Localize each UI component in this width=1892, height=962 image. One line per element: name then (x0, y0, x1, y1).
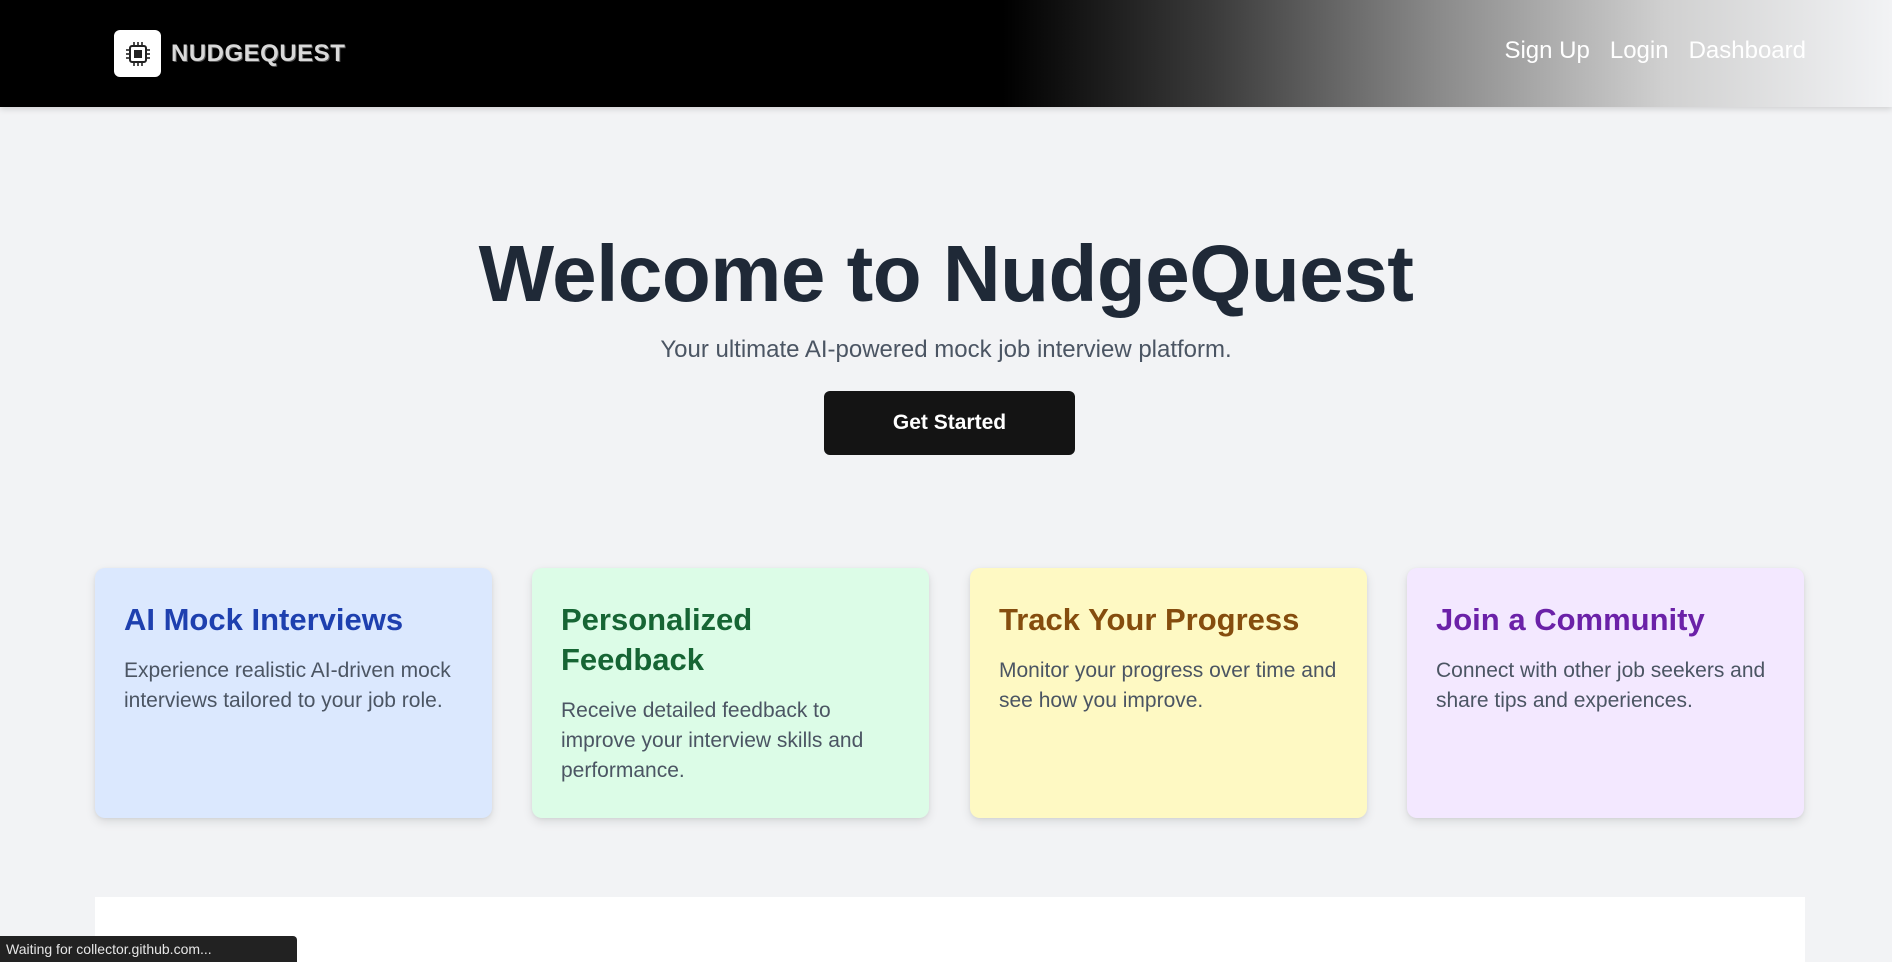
hero-title: Welcome to NudgeQuest (478, 229, 1414, 318)
feature-card-track-progress: Track Your Progress Monitor your progres… (970, 568, 1367, 818)
feature-card-title: Personalized Feedback (561, 602, 753, 677)
feature-card-description: Monitor your progress over time and see … (999, 659, 1337, 712)
navbar: NUDGEQUEST Sign Up Login Dashboard (0, 0, 1892, 107)
cpu-chip-icon (114, 30, 161, 77)
feature-card-personalized-feedback: Personalized Feedback Receive detailed f… (532, 568, 929, 818)
nav-links: Sign Up Login Dashboard (1504, 33, 1806, 69)
browser-status-bar: Waiting for collector.github.com... (0, 936, 297, 962)
brand-link[interactable]: NUDGEQUEST (114, 30, 345, 77)
feature-card-description: Connect with other job seekers and share… (1436, 659, 1766, 712)
feature-card-description: Receive detailed feedback to improve you… (561, 699, 864, 782)
feature-card-title: Track Your Progress (999, 602, 1300, 637)
nav-sign-up-link[interactable]: Sign Up (1504, 33, 1589, 69)
feature-card-title: AI Mock Interviews (124, 602, 404, 637)
feature-card-join-community: Join a Community Connect with other job … (1407, 568, 1804, 818)
content-panel (95, 897, 1805, 962)
hero-subtitle: Your ultimate AI-powered mock job interv… (660, 336, 1232, 363)
get-started-button[interactable]: Get Started (824, 391, 1075, 455)
brand-name: NUDGEQUEST (171, 39, 346, 67)
nav-login-link[interactable]: Login (1610, 33, 1669, 69)
feature-card-ai-mock-interviews: AI Mock Interviews Experience realistic … (95, 568, 492, 818)
feature-card-description: Experience realistic AI-driven mock inte… (124, 659, 451, 712)
feature-card-title: Join a Community (1436, 602, 1705, 637)
nav-dashboard-link[interactable]: Dashboard (1689, 33, 1806, 69)
